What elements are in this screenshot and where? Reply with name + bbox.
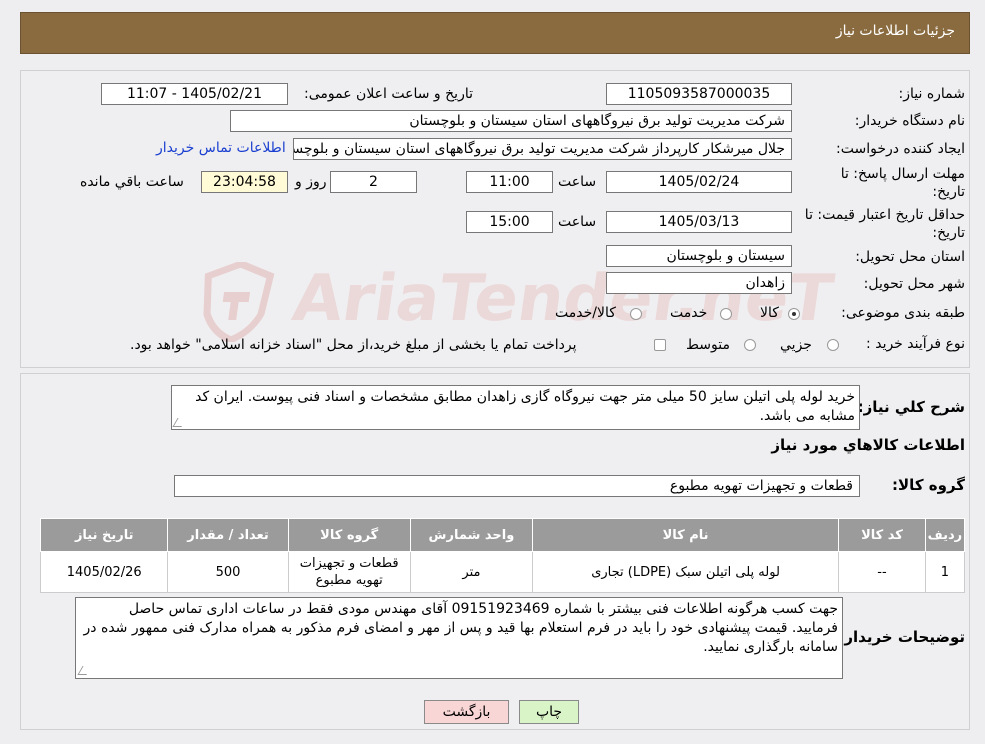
category-option-service: خدمت (670, 305, 708, 321)
category-option-goods-service: کالا/خدمت (555, 305, 616, 321)
goods-table-header-row: ردیف کد کالا نام کالا واحد شمارش گروه کا… (39, 518, 966, 552)
treasury-checkbox[interactable] (654, 339, 666, 351)
days-label: روز و (295, 174, 327, 190)
validity-label-line1: حداقل تاریخ اعتبار قیمت: تا (804, 207, 965, 223)
col-header-item-code: کد کالا (838, 518, 926, 552)
deadline-label: مهلت ارسال پاسخ: تا تاریخ: (841, 165, 965, 201)
deadline-label-line1: مهلت ارسال پاسخ: تا (840, 166, 965, 182)
col-header-unit: واحد شمارش (409, 518, 534, 552)
process-option-medium: متوسط (686, 337, 730, 353)
buyer-org-field: شرکت مدیریت تولید برق نیروگاههای استان س… (230, 110, 792, 132)
buyer-notes-label: توضیحات خریدار: (838, 628, 965, 646)
col-header-item-name: نام کالا (532, 518, 840, 552)
validity-label: حداقل تاریخ اعتبار قیمت: تا تاریخ: (805, 206, 965, 242)
remaining-time-field: 23:04:58 (201, 171, 288, 193)
buyer-org-label: نام دستگاه خریدار: (854, 113, 965, 129)
category-radio-goods-service[interactable] (630, 308, 642, 320)
description-label: شرح کلي نیاز: (857, 398, 965, 416)
table-row: 1 -- لوله پلی اتیلن سبک (LDPE) تجاری متر… (39, 551, 966, 593)
category-option-goods: کالا (760, 305, 779, 321)
announce-datetime-label: تاریخ و ساعت اعلان عمومی: (304, 86, 473, 102)
deadline-label-line2: تاریخ: (932, 184, 965, 200)
requester-field: جلال میرشکار کارپرداز شرکت مدیریت تولید … (293, 138, 792, 160)
process-radio-medium[interactable] (744, 339, 756, 351)
process-note: پرداخت تمام یا بخشی از مبلغ خرید،از محل … (130, 337, 577, 353)
requester-label: ایجاد کننده درخواست: (836, 141, 965, 157)
process-option-minor: جزیي (780, 337, 812, 353)
cell-quantity: 500 (167, 551, 289, 593)
city-label: شهر محل تحویل: (863, 276, 965, 292)
goods-table: ردیف کد کالا نام کالا واحد شمارش گروه کا… (39, 518, 966, 593)
category-radio-service[interactable] (720, 308, 732, 320)
process-radio-minor[interactable] (827, 339, 839, 351)
description-textarea[interactable]: خرید لوله پلی اتیلن سایز 50 میلی متر جهت… (171, 385, 860, 430)
cell-need-date: 1405/02/26 (39, 551, 169, 593)
deadline-time-field: 11:00 (466, 171, 553, 193)
validity-time-label: ساعت (558, 214, 597, 230)
cell-item-code: -- (838, 551, 926, 593)
cell-row-number: 1 (924, 551, 966, 593)
province-label: استان محل تحویل: (855, 249, 965, 265)
province-field: سیستان و بلوچستان (606, 245, 792, 267)
buyer-notes-textarea[interactable]: جهت کسب هرگونه اطلاعات فنی بیشتر با شمار… (75, 597, 843, 679)
announce-datetime-field: 1405/02/21 - 11:07 (101, 83, 288, 105)
goods-info-heading: اطلاعات کالاهاي مورد نیاز (771, 436, 965, 454)
page-header: جزئیات اطلاعات نیاز (20, 12, 970, 54)
col-header-need-date: تاریخ نیاز (39, 518, 169, 552)
back-button[interactable]: بازگشت (424, 700, 509, 724)
page-title: جزئیات اطلاعات نیاز (835, 23, 955, 39)
deadline-time-label: ساعت (558, 174, 597, 190)
validity-time-field: 15:00 (466, 211, 553, 233)
col-header-goods-group: گروه کالا (287, 518, 411, 552)
validity-label-line2: تاریخ: (932, 225, 965, 241)
buyer-contact-link[interactable]: اطلاعات تماس خریدار (156, 140, 286, 156)
goods-group-label: گروه کالا: (892, 476, 965, 494)
col-header-quantity: تعداد / مقدار (167, 518, 289, 552)
days-field: 2 (330, 171, 417, 193)
watermark-shield-icon (203, 260, 275, 345)
process-type-label: نوع فرآیند خرید : (866, 336, 965, 352)
need-number-label: شماره نیاز: (898, 86, 966, 102)
city-field: زاهدان (606, 272, 792, 294)
col-header-row-number: ردیف (924, 518, 966, 552)
cell-item-name: لوله پلی اتیلن سبک (LDPE) تجاری (532, 551, 840, 593)
cell-unit: متر (409, 551, 534, 593)
print-button[interactable]: چاپ (519, 700, 579, 724)
cell-goods-group: قطعات و تجهیزات تهویه مطبوع (287, 551, 411, 593)
category-label: طبقه بندی موضوعی: (841, 305, 965, 321)
validity-date-field: 1405/03/13 (606, 211, 792, 233)
goods-group-field: قطعات و تجهیزات تهویه مطبوع (174, 475, 860, 497)
need-number-field: 1105093587000035 (606, 83, 792, 105)
remaining-time-label: ساعت باقي مانده (80, 174, 184, 190)
category-radio-goods[interactable] (788, 308, 800, 320)
deadline-date-field: 1405/02/24 (606, 171, 792, 193)
